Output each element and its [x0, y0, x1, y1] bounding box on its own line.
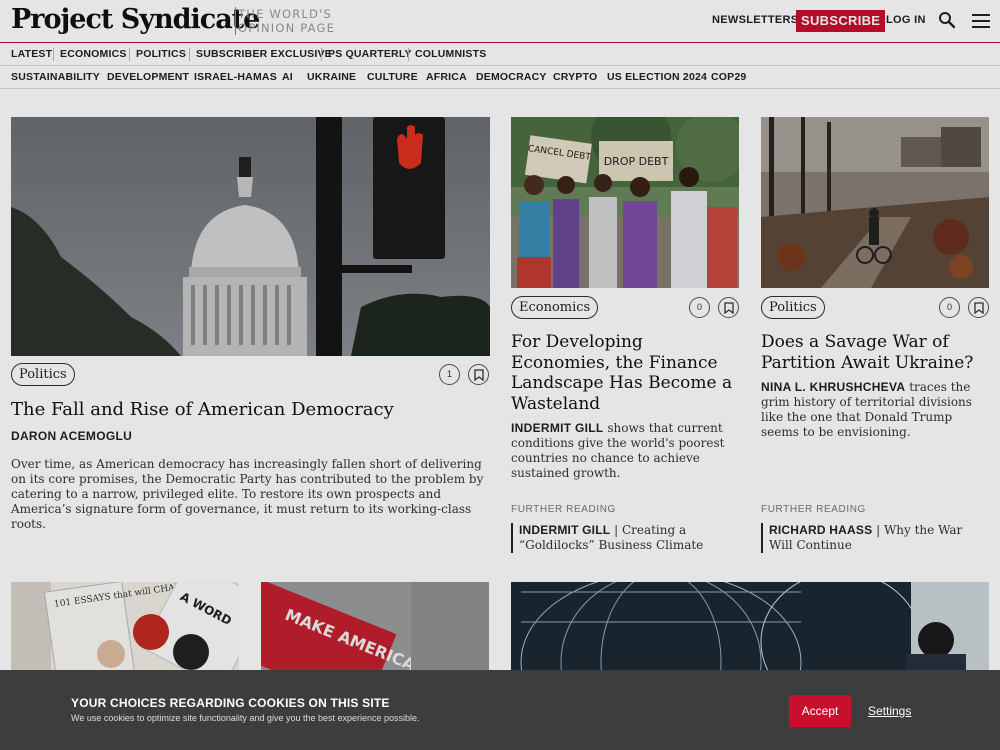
second-article-summary: INDERMIT GILL shows that current conditi…: [511, 421, 739, 481]
further-reading-item[interactable]: INDERMIT GILL | Creating a “Goldilocks” …: [511, 523, 731, 553]
main-article-tag[interactable]: Politics: [11, 363, 75, 386]
cookie-banner-text: We use cookies to optimize site function…: [71, 713, 420, 723]
second-article-author[interactable]: INDERMIT GILL: [511, 421, 604, 435]
main-article-headline[interactable]: The Fall and Rise of American Democracy: [11, 399, 481, 421]
main-article-bookmark-button[interactable]: [468, 364, 489, 385]
third-article-headline[interactable]: Does a Savage War of Partition Await Ukr…: [761, 332, 996, 373]
further-reading-label: FURTHER READING: [761, 504, 866, 515]
bottom-article-image-books[interactable]: 101 ESSAYS that will CHANGE the way YOU …: [11, 582, 239, 670]
main-article-author[interactable]: DARON ACEMOGLU: [11, 429, 132, 443]
topic-culture[interactable]: CULTURE: [367, 71, 418, 83]
site-logo[interactable]: Project Syndicate: [11, 4, 260, 35]
main-article-image[interactable]: [11, 117, 490, 356]
second-article-image[interactable]: CANCEL DEBT DROP DEBT: [511, 117, 739, 288]
bookmark-icon: [974, 302, 984, 314]
third-article-summary: NINA L. KHRUSHCHEVA traces the grim hist…: [761, 380, 993, 440]
topics-nav: SUSTAINABILITY DEVELOPMENT ISRAEL-HAMAS …: [0, 66, 1000, 89]
nav-subscriber-exclusive[interactable]: SUBSCRIBER EXCLUSIVE: [196, 48, 332, 60]
cookie-consent-banner: YOUR CHOICES REGARDING COOKIES ON THIS S…: [0, 670, 1000, 750]
further-reading-label: FURTHER READING: [511, 504, 616, 515]
topic-sustainability[interactable]: SUSTAINABILITY: [11, 71, 100, 83]
topic-ai[interactable]: AI: [282, 71, 293, 83]
third-article-tag[interactable]: Politics: [761, 296, 825, 319]
nav-ps-quarterly[interactable]: PS QUARTERLY: [328, 48, 412, 60]
second-article-bookmark-button[interactable]: [718, 297, 739, 318]
further-reading-author: INDERMIT GILL: [519, 523, 611, 537]
topic-africa[interactable]: AFRICA: [426, 71, 467, 83]
topic-us-election-2024[interactable]: US ELECTION 2024: [607, 71, 707, 83]
third-article-bookmark-button[interactable]: [968, 297, 989, 318]
third-article-comments-count[interactable]: 0: [939, 297, 960, 318]
nav-separator: [189, 48, 190, 61]
nav-economics[interactable]: ECONOMICS: [60, 48, 127, 60]
tagline-line-2: OPINION PAGE: [238, 21, 336, 35]
bottom-article-image-globe[interactable]: [511, 582, 989, 670]
nav-latest[interactable]: LATEST: [11, 48, 52, 60]
site-tagline: THE WORLD'S OPINION PAGE: [238, 7, 335, 35]
topic-crypto[interactable]: CRYPTO: [553, 71, 597, 83]
topic-development[interactable]: DEVELOPMENT: [107, 71, 189, 83]
tagline-line-1: THE WORLD'S: [238, 7, 332, 21]
cookie-accept-button[interactable]: Accept: [789, 695, 851, 727]
logo-divider: [235, 7, 236, 35]
main-article-comments-count[interactable]: 1: [439, 364, 460, 385]
subscribe-button[interactable]: SUBSCRIBE: [796, 10, 886, 32]
cookie-settings-link[interactable]: Settings: [868, 704, 911, 718]
bookmark-icon: [474, 369, 484, 381]
topic-democracy[interactable]: DEMOCRACY: [476, 71, 547, 83]
bookmark-icon: [724, 302, 734, 314]
third-article-image[interactable]: [761, 117, 989, 288]
main-article-summary: Over time, as American democracy has inc…: [11, 457, 484, 531]
nav-separator: [53, 48, 54, 61]
nav-columnists[interactable]: COLUMNISTS: [415, 48, 486, 60]
topic-israel-hamas[interactable]: ISRAEL-HAMAS: [194, 71, 277, 83]
primary-nav: LATEST ECONOMICS POLITICS SUBSCRIBER EXC…: [0, 43, 1000, 66]
further-reading-separator: |: [872, 523, 884, 537]
further-reading-separator: |: [610, 523, 622, 537]
second-article-headline[interactable]: For Developing Economies, the Finance La…: [511, 332, 739, 414]
nav-politics[interactable]: POLITICS: [136, 48, 186, 60]
hamburger-menu-icon[interactable]: [972, 14, 990, 28]
search-icon[interactable]: [938, 11, 956, 29]
bottom-article-image-hat[interactable]: MAKE AMERICA GREAT AGAIN: [261, 582, 489, 670]
nav-separator: [408, 48, 409, 61]
sign-drop-debt-text: DROP DEBT: [604, 155, 669, 168]
topic-ukraine[interactable]: UKRAINE: [307, 71, 356, 83]
site-header: Project Syndicate THE WORLD'S OPINION PA…: [0, 0, 1000, 43]
login-link[interactable]: LOG IN: [886, 14, 926, 26]
further-reading-author: RICHARD HAASS: [769, 523, 873, 537]
further-reading-item[interactable]: RICHARD HAASS | Why the War Will Continu…: [761, 523, 981, 553]
nav-separator: [321, 48, 322, 61]
topic-cop29[interactable]: COP29: [711, 71, 746, 83]
cookie-banner-title: YOUR CHOICES REGARDING COOKIES ON THIS S…: [71, 696, 390, 710]
second-article-tag[interactable]: Economics: [511, 296, 599, 319]
third-article-author[interactable]: NINA L. KHRUSHCHEVA: [761, 380, 905, 394]
second-article-comments-count[interactable]: 0: [689, 297, 710, 318]
newsletters-link[interactable]: NEWSLETTERS: [712, 14, 798, 26]
nav-separator: [129, 48, 130, 61]
